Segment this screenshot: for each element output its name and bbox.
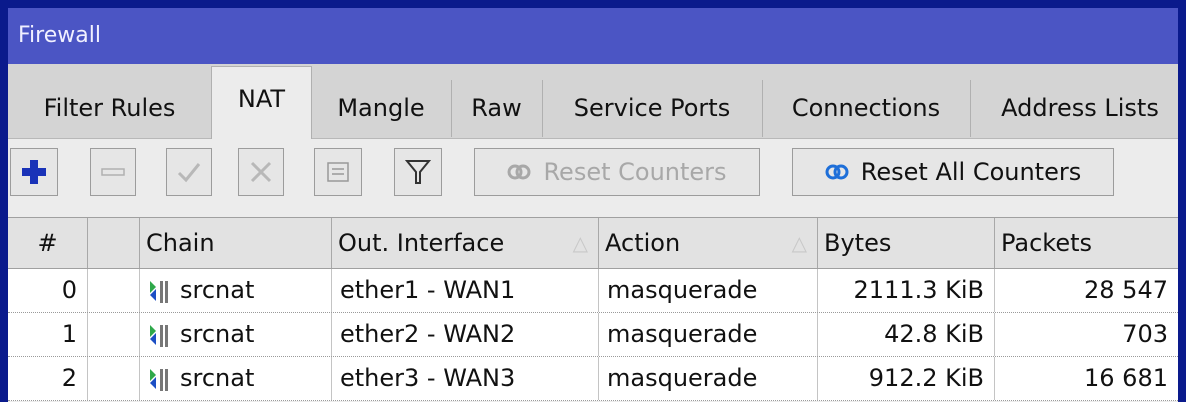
row-out-interface: ether2 - WAN2 xyxy=(332,313,599,356)
row-bytes: 2111.3 KiB xyxy=(818,269,995,312)
firewall-window: Firewall Filter Rules NAT Mangle Raw Ser… xyxy=(8,8,1178,402)
chain-value: srcnat xyxy=(180,364,255,392)
toolbar: Reset Counters Reset All Counters xyxy=(8,139,1178,206)
nat-rule-icon xyxy=(150,281,168,303)
reset-counters-label: Reset Counters xyxy=(543,158,727,186)
tab-filter-rules[interactable]: Filter Rules xyxy=(8,80,212,137)
sort-arrow-icon: △ xyxy=(572,231,588,255)
nat-rule-icon xyxy=(150,369,168,391)
row-chain: srcnat xyxy=(140,313,332,356)
disable-button[interactable] xyxy=(238,148,284,196)
tab-connections[interactable]: Connections xyxy=(762,80,971,137)
minus-icon xyxy=(101,168,125,176)
tab-bar: Filter Rules NAT Mangle Raw Service Port… xyxy=(8,64,1178,139)
nat-rules-table: # Chain Out. Interface △ Action △ Bytes … xyxy=(8,217,1178,401)
column-header-packets[interactable]: Packets xyxy=(995,218,1178,268)
out-interface-header-label: Out. Interface xyxy=(338,229,505,257)
nat-rule-icon xyxy=(150,325,168,347)
table-row[interactable]: 2 srcnat ether3 - WAN3 masquerade 912.2 … xyxy=(8,357,1178,401)
row-bytes: 912.2 KiB xyxy=(818,357,995,400)
tab-nat[interactable]: NAT xyxy=(211,66,312,139)
row-packets: 28 547 xyxy=(1084,276,1168,304)
row-index: 0 xyxy=(8,269,88,312)
row-flags xyxy=(88,269,140,312)
row-action: masquerade xyxy=(599,269,818,312)
tab-service-ports[interactable]: Service Ports xyxy=(542,80,763,137)
row-out-interface: ether3 - WAN3 xyxy=(332,357,599,400)
column-header-bytes[interactable]: Bytes xyxy=(818,218,995,268)
note-icon xyxy=(327,162,349,182)
row-index: 2 xyxy=(8,357,88,400)
reset-counters-button[interactable]: Reset Counters xyxy=(474,148,760,196)
filter-icon xyxy=(405,160,431,184)
row-flags xyxy=(88,357,140,400)
column-header-flags[interactable] xyxy=(88,218,140,268)
row-chain: srcnat xyxy=(140,269,332,312)
reset-icon xyxy=(507,164,531,180)
remove-button[interactable] xyxy=(90,148,136,196)
x-icon xyxy=(250,161,272,183)
tab-raw[interactable]: Raw xyxy=(451,80,543,137)
filter-button[interactable] xyxy=(394,148,442,196)
plus-icon xyxy=(22,160,46,184)
row-bytes: 42.8 KiB xyxy=(818,313,995,356)
row-action: masquerade xyxy=(599,313,818,356)
tab-mangle[interactable]: Mangle xyxy=(311,80,452,137)
reset-all-icon xyxy=(825,164,849,180)
row-packets: 703 xyxy=(1122,320,1168,348)
tab-address-lists[interactable]: Address Lists xyxy=(970,80,1178,137)
column-header-index[interactable]: # xyxy=(8,218,88,268)
action-header-label: Action xyxy=(605,229,681,257)
column-header-chain[interactable]: Chain xyxy=(140,218,332,268)
row-flags xyxy=(88,313,140,356)
column-header-out-interface[interactable]: Out. Interface △ xyxy=(332,218,599,268)
row-action: masquerade xyxy=(599,357,818,400)
table-row[interactable]: 0 srcnat ether1 - WAN1 masquerade 2111.3… xyxy=(8,269,1178,313)
add-button[interactable] xyxy=(10,148,58,196)
reset-all-counters-button[interactable]: Reset All Counters xyxy=(792,148,1114,196)
chain-value: srcnat xyxy=(180,276,255,304)
row-chain: srcnat xyxy=(140,357,332,400)
chain-value: srcnat xyxy=(180,320,255,348)
sort-arrow-icon: △ xyxy=(791,231,807,255)
window-title: Firewall xyxy=(8,8,1178,64)
column-header-action[interactable]: Action △ xyxy=(599,218,818,268)
row-packets: 16 681 xyxy=(1084,364,1168,392)
check-icon xyxy=(177,163,201,183)
enable-button[interactable] xyxy=(166,148,212,196)
reset-all-counters-label: Reset All Counters xyxy=(860,158,1082,186)
row-index: 1 xyxy=(8,313,88,356)
row-out-interface: ether1 - WAN1 xyxy=(332,269,599,312)
table-row[interactable]: 1 srcnat ether2 - WAN2 masquerade 42.8 K… xyxy=(8,313,1178,357)
table-header: # Chain Out. Interface △ Action △ Bytes … xyxy=(8,217,1178,269)
comment-button[interactable] xyxy=(314,148,362,196)
